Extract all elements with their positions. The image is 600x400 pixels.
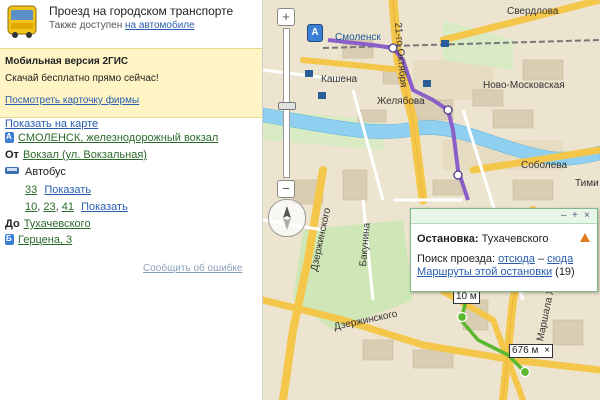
zoom-control: + − <box>277 8 299 198</box>
distance-badge: 10 м <box>453 290 480 304</box>
street-label: Кашена <box>321 74 358 85</box>
to-here-link[interactable]: сюда <box>547 253 573 265</box>
search-prefix: Поиск проезда: <box>417 253 495 265</box>
map-canvas <box>263 0 600 400</box>
promo-text: Скачай бесплатно прямо сейчас! <box>5 73 159 84</box>
show-bus-33-link[interactable]: Показать <box>44 184 91 196</box>
to-stop-link[interactable]: Тухачевского <box>24 218 91 230</box>
close-icon[interactable]: × <box>544 345 550 356</box>
bus-stop-icon <box>453 170 463 180</box>
transport-label: Автобус <box>25 166 66 178</box>
stop-routes-link[interactable]: Маршруты этой остановки <box>417 266 552 278</box>
by-car-link[interactable]: на автомобиле <box>125 20 195 31</box>
bus-41-link[interactable]: 41 <box>62 201 74 213</box>
street-label: Свердлова <box>507 6 559 17</box>
header-title: Проезд на городском транспорте <box>49 4 234 18</box>
bus-23-link[interactable]: 23 <box>43 201 55 213</box>
bus-icon <box>7 5 37 38</box>
map-view[interactable]: A Свердлова 21-го Октября Смоленск Кашен… <box>263 0 600 400</box>
street-label: Ново-Московская <box>483 80 565 91</box>
zoom-slider-handle[interactable] <box>278 102 296 110</box>
warning-icon[interactable] <box>580 233 590 242</box>
start-map-marker[interactable]: A <box>307 24 323 42</box>
report-error-link[interactable]: Сообщить об ошибке <box>143 263 242 274</box>
show-on-map-link[interactable]: Показать на карте <box>5 118 98 130</box>
zoom-in-button[interactable]: + <box>277 8 295 26</box>
close-icon[interactable]: × <box>584 210 590 221</box>
compass-control[interactable] <box>268 199 306 237</box>
dash-separator: – <box>537 253 545 265</box>
zoom-out-button[interactable]: − <box>277 180 295 198</box>
end-marker-icon <box>5 234 14 245</box>
header-subtitle: Также доступен на автомобиле <box>49 20 195 31</box>
header-bar: Проезд на городском транспорте Также дос… <box>0 0 262 46</box>
to-label: До <box>5 218 20 230</box>
promo-title: Мобильная версия 2ГИС <box>5 56 129 67</box>
walk-point-icon <box>519 366 531 378</box>
street-label: Соболева <box>521 160 568 171</box>
distance-value: 676 м <box>512 345 539 356</box>
distance-badge: 676 м × <box>509 344 553 358</box>
promo-box: Мобильная версия 2ГИС Скачай бесплатно п… <box>0 48 262 118</box>
pin-icon[interactable]: + <box>572 210 578 221</box>
route-panel: Проезд на городском транспорте Также дос… <box>0 0 263 400</box>
show-buses-link[interactable]: Показать <box>81 201 128 213</box>
popup-search-line: Поиск проезда: отсюда – сюда <box>417 253 573 265</box>
start-marker-icon <box>5 132 14 143</box>
from-stop-link[interactable]: Вокзал (ул. Вокзальная) <box>23 149 147 161</box>
stop-label: Остановка: <box>417 233 479 245</box>
popup-stop-line: Остановка: Тухачевского <box>417 233 549 245</box>
from-here-link[interactable]: отсюда <box>498 253 535 265</box>
stop-popup: – + × Остановка: Тухачевского Поиск прое… <box>410 208 598 292</box>
firm-card-link[interactable]: Посмотреть карточку фирмы <box>5 95 139 106</box>
station-label: Смоленск <box>335 32 381 43</box>
street-label: Желябова <box>377 96 425 107</box>
popup-routes-line: Маршруты этой остановки (19) <box>417 266 575 278</box>
start-point-link[interactable]: СМОЛЕНСК, железнодорожный вокзал <box>18 132 218 144</box>
bus-10-link[interactable]: 10 <box>25 201 37 213</box>
header-sub-prefix: Также доступен <box>49 20 125 31</box>
bus-stop-icon <box>443 105 453 115</box>
stop-name: Тухачевского <box>481 233 549 245</box>
walk-point-icon <box>456 311 468 323</box>
minimize-icon[interactable]: – <box>561 210 567 221</box>
end-point-link[interactable]: Герцена, 3 <box>18 234 72 246</box>
bus-33-link[interactable]: 33 <box>25 184 37 196</box>
routes-count: (19) <box>555 266 575 278</box>
from-label: От <box>5 149 19 161</box>
popup-titlebar: – + × <box>411 209 597 224</box>
compass-icon <box>283 206 291 230</box>
street-label: Тими <box>575 178 599 189</box>
bus-mini-icon <box>5 167 19 174</box>
